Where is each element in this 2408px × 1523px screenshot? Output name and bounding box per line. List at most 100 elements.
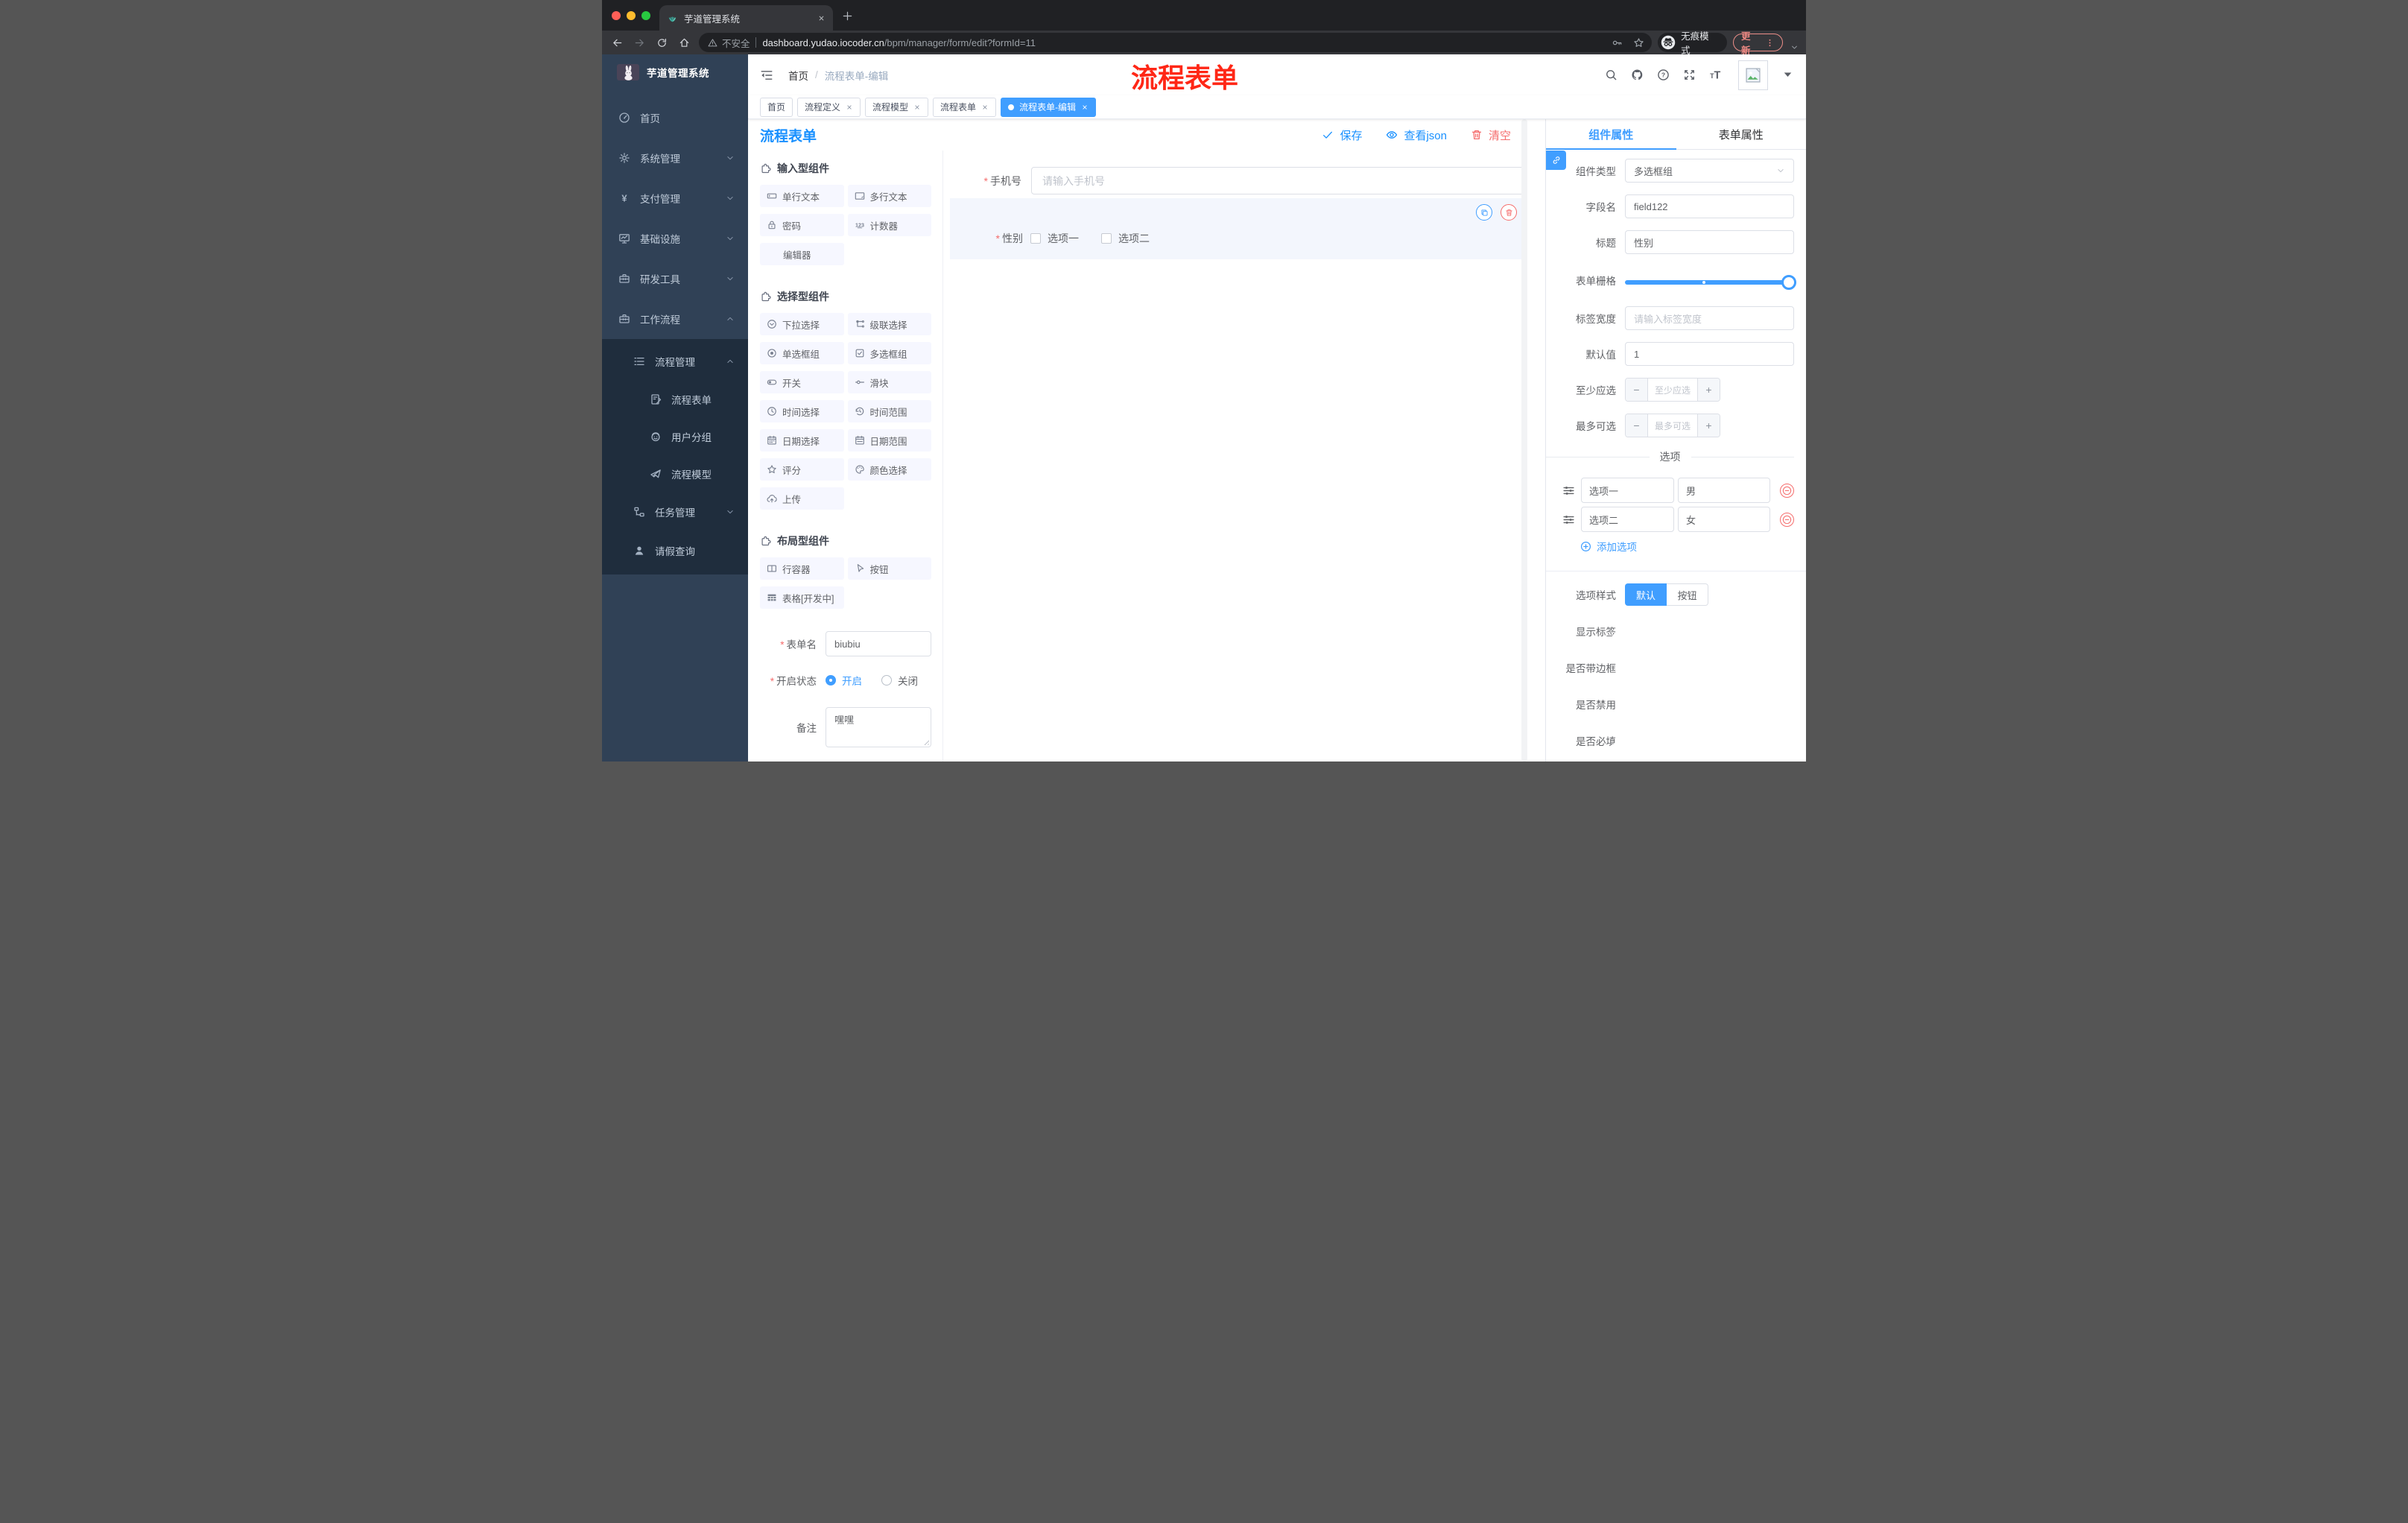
- status-radio-open[interactable]: 开启: [826, 673, 862, 688]
- sidebar-item-首页[interactable]: 首页: [602, 98, 748, 138]
- add-option-link[interactable]: 添加选项: [1546, 539, 1794, 553]
- minimize-window-button[interactable]: [627, 11, 636, 20]
- new-tab-button[interactable]: [842, 10, 853, 22]
- inspector-tab-表单属性[interactable]: 表单属性: [1676, 119, 1807, 149]
- password-key-icon[interactable]: [1612, 37, 1623, 48]
- palette-item-级联选择[interactable]: 级联选择: [847, 313, 931, 335]
- sidebar-item-流程表单[interactable]: 流程表单: [602, 381, 748, 418]
- palette-item-上传[interactable]: 上传: [760, 487, 844, 510]
- inspector-tab-组件属性[interactable]: 组件属性: [1546, 119, 1676, 149]
- font-size-icon[interactable]: TT: [1709, 69, 1722, 81]
- option-label-input[interactable]: 选项二: [1581, 507, 1674, 532]
- chrome-caret-icon[interactable]: [1790, 43, 1799, 54]
- palette-item-表格[开发中][interactable]: 表格[开发中]: [760, 586, 844, 609]
- status-radio-closed[interactable]: 关闭: [881, 673, 918, 688]
- chrome-update-button[interactable]: 更新: [1733, 31, 1784, 56]
- gender-checkbox-选项一[interactable]: 选项一: [1030, 231, 1079, 246]
- slider-thumb[interactable]: [1781, 275, 1796, 290]
- resize-handle[interactable]: [922, 738, 929, 745]
- palette-item-开关[interactable]: 开关: [760, 371, 844, 393]
- stepper-minus-button[interactable]: −: [1626, 379, 1648, 401]
- palette-item-时间范围[interactable]: 时间范围: [847, 400, 931, 422]
- stepper-plus-button[interactable]: +: [1697, 414, 1720, 437]
- sidebar-item-基础设施[interactable]: 基础设施: [602, 218, 748, 259]
- canvas-phone-field[interactable]: * 手机号 请输入手机号: [943, 167, 1527, 194]
- search-icon[interactable]: [1605, 69, 1618, 81]
- radio-on-icon[interactable]: [826, 675, 836, 685]
- sidebar-item-任务管理[interactable]: 任务管理: [602, 493, 748, 531]
- remove-option-button[interactable]: [1780, 512, 1794, 527]
- sidebar-item-支付管理[interactable]: ¥ 支付管理: [602, 178, 748, 218]
- home-icon[interactable]: [677, 37, 693, 48]
- segment-默认[interactable]: 默认: [1625, 583, 1667, 606]
- option-value-input[interactable]: 男: [1678, 478, 1770, 503]
- palette-item-多选框组[interactable]: 多选框组: [847, 342, 931, 364]
- input-标签宽度[interactable]: 请输入标签宽度: [1625, 306, 1794, 330]
- input-字段名[interactable]: field122: [1625, 194, 1794, 218]
- form-name-input[interactable]: biubiu: [826, 631, 931, 656]
- sidebar-item-流程管理[interactable]: 流程管理: [602, 342, 748, 381]
- palette-item-单行文本[interactable]: 单行文本: [760, 185, 844, 207]
- sidebar-item-用户分组[interactable]: 用户分组: [602, 418, 748, 455]
- radio-off-icon[interactable]: [881, 675, 892, 685]
- drag-handle-icon[interactable]: [1562, 513, 1575, 526]
- palette-item-时间选择[interactable]: 时间选择: [760, 400, 844, 422]
- tag-流程模型[interactable]: 流程模型: [865, 97, 929, 117]
- forward-icon[interactable]: [632, 37, 648, 48]
- drag-handle-icon[interactable]: [1562, 484, 1575, 497]
- canvas-gender-field-selected[interactable]: * 性别 选项一 选项二: [950, 198, 1527, 259]
- palette-item-计数器[interactable]: 123 计数器: [847, 214, 931, 236]
- tag-流程定义[interactable]: 流程定义: [797, 97, 861, 117]
- checkbox-icon[interactable]: [1101, 233, 1112, 244]
- tag-close-icon[interactable]: [1081, 104, 1089, 111]
- tag-首页[interactable]: 首页: [760, 97, 793, 117]
- 保存-button[interactable]: 保存: [1322, 127, 1362, 143]
- sidebar-item-工作流程[interactable]: 工作流程: [602, 299, 748, 339]
- sidebar-item-研发工具[interactable]: 研发工具: [602, 259, 748, 299]
- sidebar-item-流程模型[interactable]: 流程模型: [602, 455, 748, 493]
- 查看json-button[interactable]: 查看json: [1386, 127, 1447, 143]
- avatar-caret-icon[interactable]: [1781, 69, 1794, 81]
- stepper-minus-button[interactable]: −: [1626, 414, 1648, 437]
- option-value-input[interactable]: 女: [1678, 507, 1770, 532]
- option-label-input[interactable]: 选项一: [1581, 478, 1674, 503]
- tag-close-icon[interactable]: [913, 104, 921, 111]
- palette-item-多行文本[interactable]: 多行文本: [847, 185, 931, 207]
- input-默认值[interactable]: 1: [1625, 342, 1794, 366]
- copy-component-button[interactable]: [1476, 204, 1492, 221]
- avatar[interactable]: [1738, 60, 1768, 90]
- github-icon[interactable]: [1631, 69, 1644, 81]
- palette-item-滑块[interactable]: 滑块: [847, 371, 931, 393]
- phone-input[interactable]: 请输入手机号: [1031, 167, 1527, 194]
- address-bar[interactable]: 不安全 dashboard.yudao.iocoder.cn/bpm/manag…: [698, 33, 1653, 52]
- remove-option-button[interactable]: [1780, 483, 1794, 498]
- segment-按钮[interactable]: 按钮: [1667, 583, 1708, 606]
- reload-icon[interactable]: [654, 37, 671, 48]
- sidebar-fold-icon[interactable]: [760, 69, 773, 82]
- help-icon[interactable]: ?: [1657, 69, 1670, 81]
- checkbox-icon[interactable]: [1030, 233, 1041, 244]
- browser-menu-dots-icon[interactable]: [1765, 38, 1775, 48]
- canvas-scrollbar[interactable]: [1521, 119, 1527, 762]
- sidebar-item-系统管理[interactable]: 系统管理: [602, 138, 748, 178]
- affix-link-tab[interactable]: [1546, 151, 1566, 170]
- grid-span-slider[interactable]: [1625, 270, 1796, 294]
- tag-close-icon[interactable]: [846, 104, 853, 111]
- breadcrumb-home[interactable]: 首页: [788, 68, 808, 83]
- 清空-button[interactable]: 清空: [1471, 127, 1511, 143]
- palette-item-按钮[interactable]: 按钮: [847, 557, 931, 580]
- browser-tab[interactable]: 芋道管理系统: [659, 5, 833, 31]
- tab-close-icon[interactable]: [817, 14, 826, 22]
- palette-item-日期范围[interactable]: 日期范围: [847, 429, 931, 452]
- palette-item-密码[interactable]: 密码: [760, 214, 844, 236]
- fullscreen-icon[interactable]: [1683, 69, 1696, 81]
- delete-component-button[interactable]: [1501, 204, 1517, 221]
- bookmark-star-icon[interactable]: [1633, 37, 1644, 48]
- stepper-plus-button[interactable]: +: [1697, 379, 1720, 401]
- maximize-window-button[interactable]: [641, 11, 650, 20]
- close-window-button[interactable]: [612, 11, 621, 20]
- input-标题[interactable]: 性别: [1625, 230, 1794, 254]
- form-remark-textarea[interactable]: 嘿嘿: [826, 707, 931, 747]
- palette-item-下拉选择[interactable]: 下拉选择: [760, 313, 844, 335]
- select-组件类型[interactable]: 多选框组: [1625, 159, 1794, 183]
